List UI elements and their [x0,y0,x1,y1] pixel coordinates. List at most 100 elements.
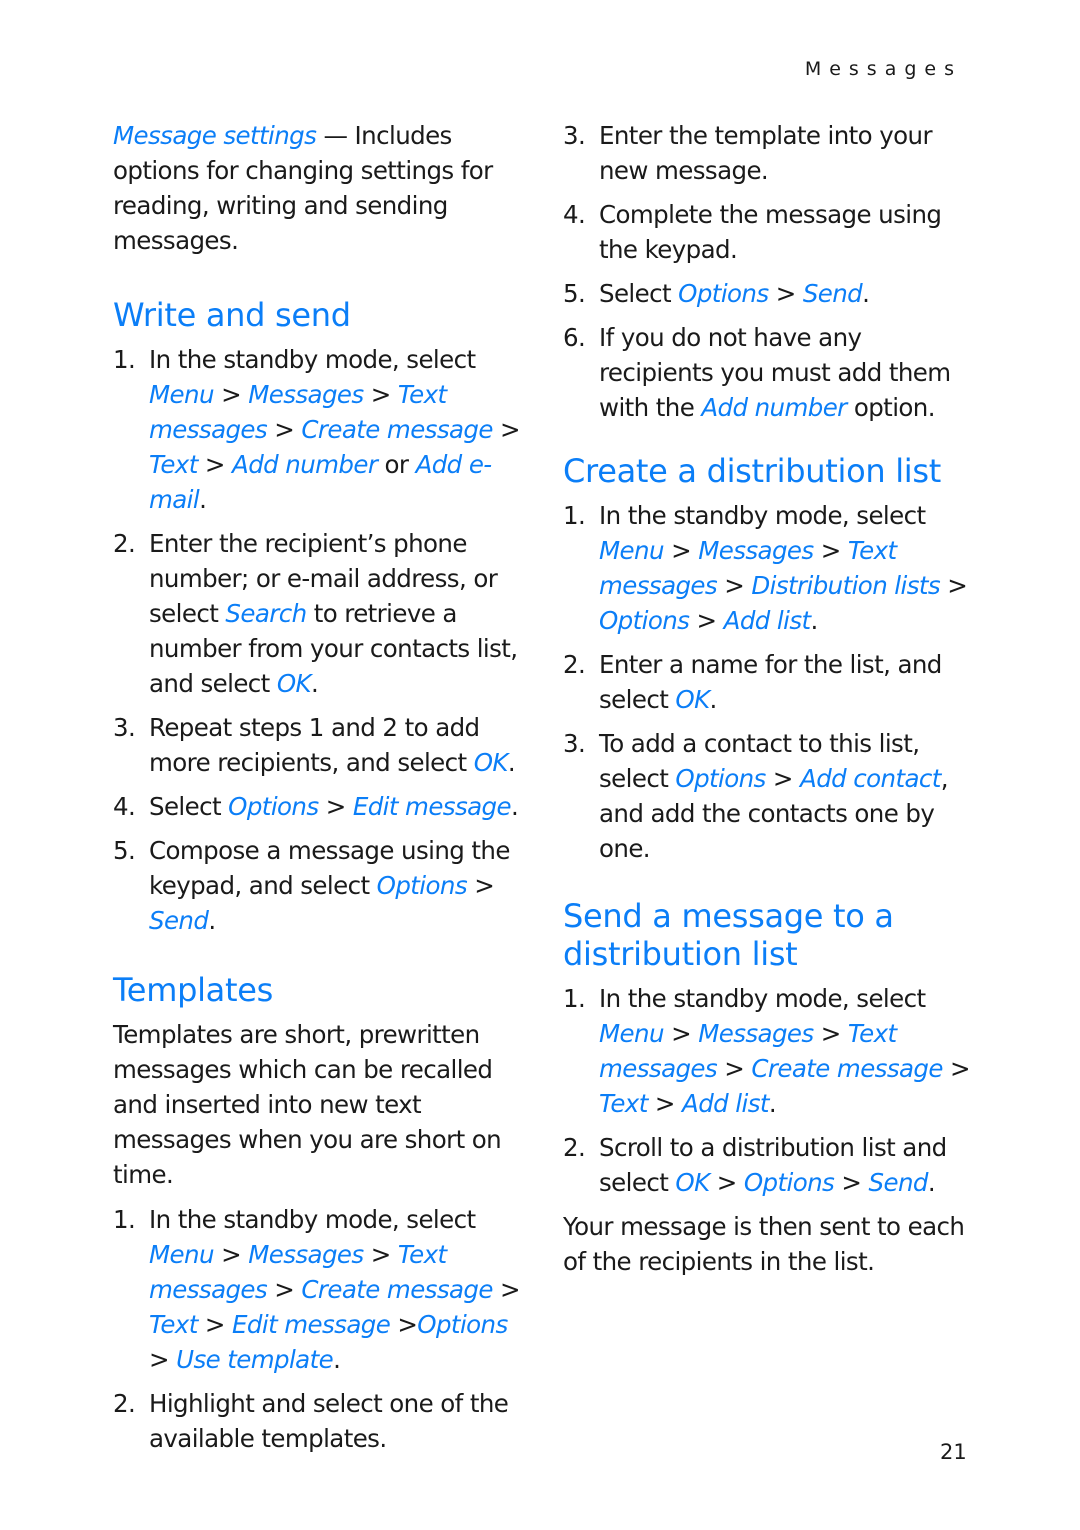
step-text: Compose a message using the keypad, and … [149,833,523,938]
menu-path-link: Send [868,1168,929,1197]
step-text: In the standby mode, select Menu > Messa… [149,1202,523,1377]
body-text: In the standby mode, select [149,1205,476,1234]
send-to-distribution-list-steps: 1. In the standby mode, select Menu > Mes… [563,981,973,1200]
list-item: 1. In the standby mode, select Menu > Mes… [113,1202,523,1377]
body-text: . [199,485,207,514]
body-text: > [834,1168,869,1197]
menu-path-link: Add number [701,393,847,422]
menu-path-link: Options [599,606,690,635]
body-text: > [390,1310,418,1339]
body-text: . [311,669,319,698]
page-number: 21 [940,1440,967,1464]
body-text: Enter the template into your new message… [599,121,933,185]
list-item: 5. Compose a message using the keypad, an… [113,833,523,938]
menu-path-link: Message settings [113,121,317,150]
menu-path-link: Use template [176,1345,334,1374]
step-number: 1. [113,345,136,374]
list-item: 3. Enter the template into your new messa… [563,118,973,188]
templates-steps: 1. In the standby mode, select Menu > Mes… [113,1202,523,1456]
step-number: 1. [563,501,586,530]
menu-path-link: Edit message [352,792,512,821]
step-number: 2. [563,650,586,679]
menu-path-link: OK [276,669,312,698]
list-item: 2. Scroll to a distribution list and sele… [563,1130,973,1200]
step-text: Enter a name for the list, and select OK… [599,647,973,717]
send-to-list-outro: Your message is then sent to each of the… [563,1212,965,1276]
menu-path-link: Menu [599,536,664,565]
body-text: Complete the message using the keypad. [599,200,942,264]
step-number: 3. [563,729,586,758]
menu-path-link: Create message [301,1275,493,1304]
body-text: > [492,415,521,444]
body-text: > [213,1240,249,1269]
body-text: > [813,536,848,565]
menu-path-link: Options [675,764,766,793]
body-text: > [765,764,801,793]
body-text: or [377,450,416,479]
body-text: > [363,1240,398,1269]
step-number: 2. [113,529,136,558]
menu-path-link: Options [376,871,468,900]
list-item: 3. Repeat steps 1 and 2 to add more recip… [113,710,523,780]
list-item: 1. In the standby mode, select Menu > Mes… [113,342,523,517]
menu-path-link: Options [743,1168,835,1197]
body-text: > [267,415,302,444]
body-text: > [717,1054,752,1083]
step-number: 2. [563,1133,586,1162]
menu-path-link: Messages [698,1019,814,1048]
right-column: 3. Enter the template into your new messa… [563,118,973,1289]
menu-path-link: OK [675,1168,710,1197]
body-text: > [492,1275,521,1304]
body-text: In the standby mode, select [599,984,926,1013]
body-text: > [942,1054,971,1083]
menu-path-link: Add list [682,1089,769,1118]
menu-path-link: Menu [149,380,214,409]
send-to-distribution-list-heading: Send a message to a distribution list [563,897,894,973]
step-number: 6. [563,323,586,352]
body-text: > [768,279,803,308]
body-text: Repeat steps 1 and 2 to add more recipie… [149,713,480,777]
list-item: 2. Highlight and select one of the availa… [113,1386,523,1456]
step-text: Select Options > Edit message. [149,789,523,824]
menu-path-link: Messages [248,380,364,409]
body-text: > [709,1168,744,1197]
body-text: > [663,536,699,565]
body-text: Select [599,279,679,308]
step-text: Complete the message using the keypad. [599,197,973,267]
list-item: 2. Enter a name for the list, and select … [563,647,973,717]
list-item: 5. Select Options > Send. [563,276,973,311]
menu-path-link: Messages [698,536,814,565]
list-item: 4. Complete the message using the keypad. [563,197,973,267]
body-text: . [927,1168,936,1197]
step-text: Repeat steps 1 and 2 to add more recipie… [149,710,523,780]
menu-path-link: Send [802,279,863,308]
body-text: > [717,571,752,600]
body-text: Select [149,792,229,821]
menu-path-link: Options [228,792,319,821]
step-text: In the standby mode, select Menu > Messa… [599,981,973,1121]
menu-path-link: Options [417,1310,508,1339]
running-header: Messages [804,58,962,80]
step-number: 4. [113,792,136,821]
body-text: > [197,1310,233,1339]
body-text: > [647,1089,683,1118]
body-text: option. [846,393,936,422]
list-item: 1. In the standby mode, select Menu > Mes… [563,981,973,1121]
body-text: > [940,571,968,600]
menu-path-link: Menu [149,1240,214,1269]
step-text: If you do not have any recipients you mu… [599,320,973,425]
body-text: > [813,1019,848,1048]
menu-path-link: Text [149,450,198,479]
body-text: . [810,606,819,635]
menu-path-link: Messages [248,1240,364,1269]
step-text: Scroll to a distribution list and select… [599,1130,973,1200]
body-text: > [149,1345,177,1374]
menu-path-link: OK [473,748,509,777]
menu-path-link: Distribution lists [751,571,941,600]
menu-path-link: Text [149,1310,198,1339]
menu-path-link: Create message [301,415,493,444]
menu-path-link: Add list [723,606,811,635]
step-number: 2. [113,1389,136,1418]
menu-path-link: Send [149,906,209,935]
menu-path-link: Add number [232,450,378,479]
